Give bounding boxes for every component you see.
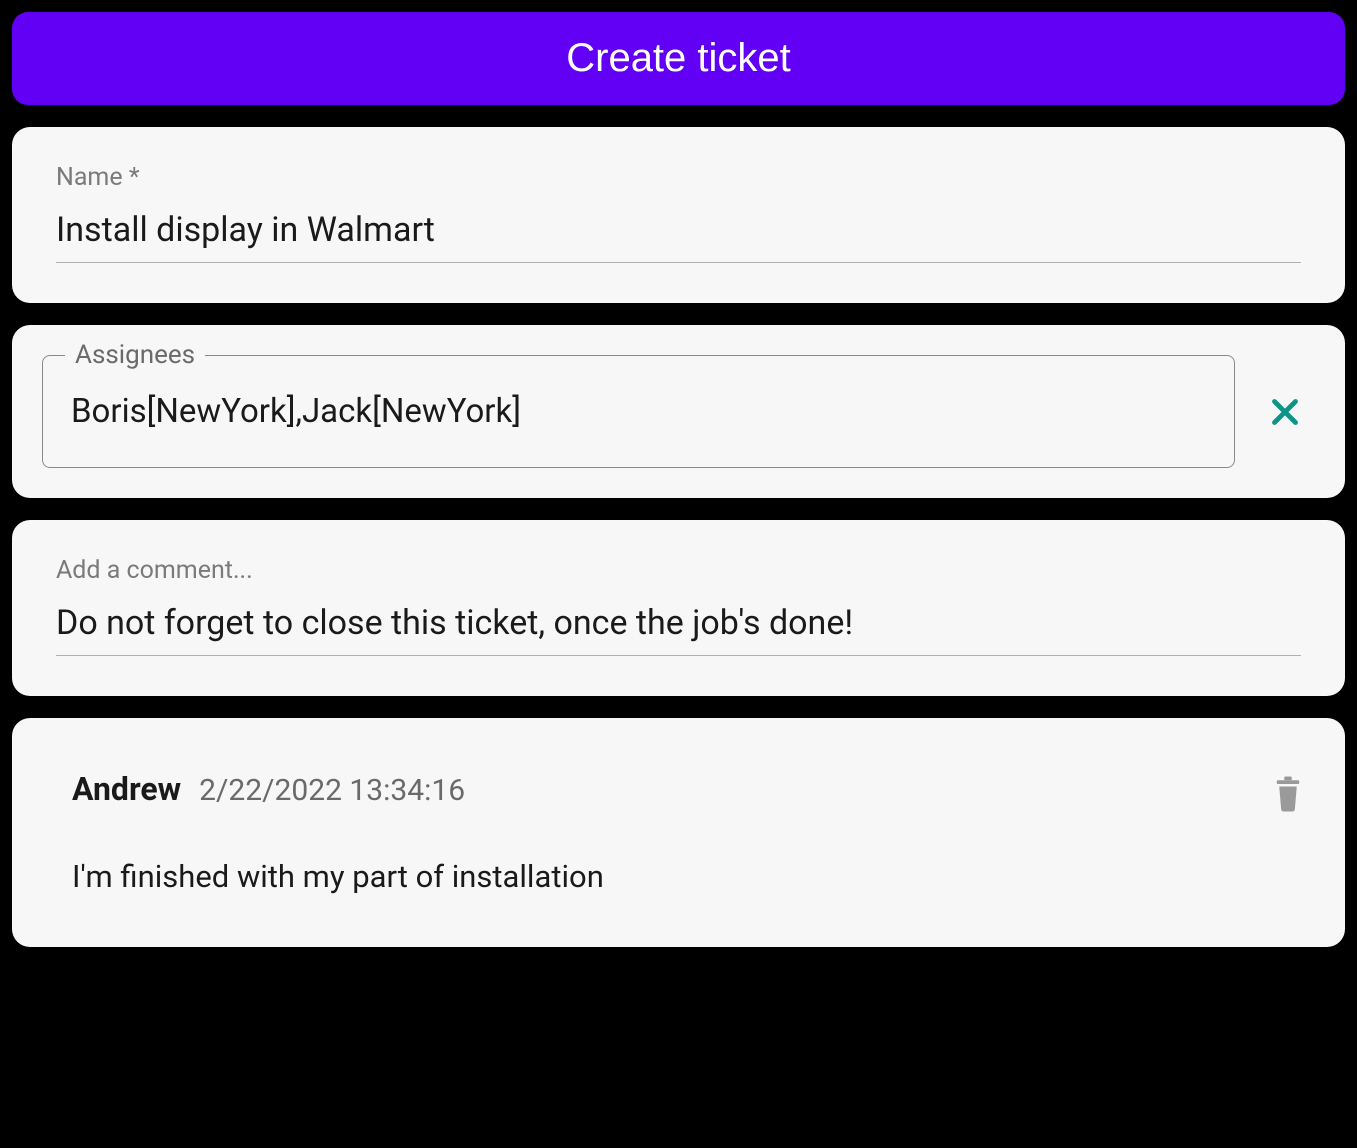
- assignees-field-label: Assignees: [65, 340, 205, 370]
- create-ticket-button[interactable]: Create ticket: [12, 12, 1345, 105]
- name-card: Name *: [12, 127, 1345, 303]
- comment-header: Andrew 2/22/2022 13:34:16: [72, 770, 1301, 808]
- name-input[interactable]: [56, 206, 1301, 263]
- delete-comment-button[interactable]: [1267, 770, 1309, 821]
- comment-item: Andrew 2/22/2022 13:34:16 I'm finished w…: [12, 718, 1345, 947]
- name-field-label: Name *: [56, 163, 1301, 192]
- comment-timestamp: 2/22/2022 13:34:16: [199, 773, 465, 808]
- add-comment-card: Add a comment...: [12, 520, 1345, 696]
- comment-body: I'm finished with my part of installatio…: [72, 858, 1301, 895]
- clear-assignees-button[interactable]: [1255, 382, 1315, 442]
- comment-input[interactable]: [56, 599, 1301, 656]
- create-ticket-label: Create ticket: [566, 36, 791, 80]
- assignees-card: Assignees Boris[NewYork],Jack[NewYork]: [12, 325, 1345, 498]
- trash-icon: [1273, 776, 1303, 812]
- close-icon: [1267, 394, 1303, 430]
- comment-field-label: Add a comment...: [56, 556, 1301, 585]
- comment-author: Andrew: [72, 770, 181, 808]
- assignees-value: Boris[NewYork],Jack[NewYork]: [71, 392, 1206, 431]
- assignees-fieldset[interactable]: Assignees Boris[NewYork],Jack[NewYork]: [42, 355, 1235, 468]
